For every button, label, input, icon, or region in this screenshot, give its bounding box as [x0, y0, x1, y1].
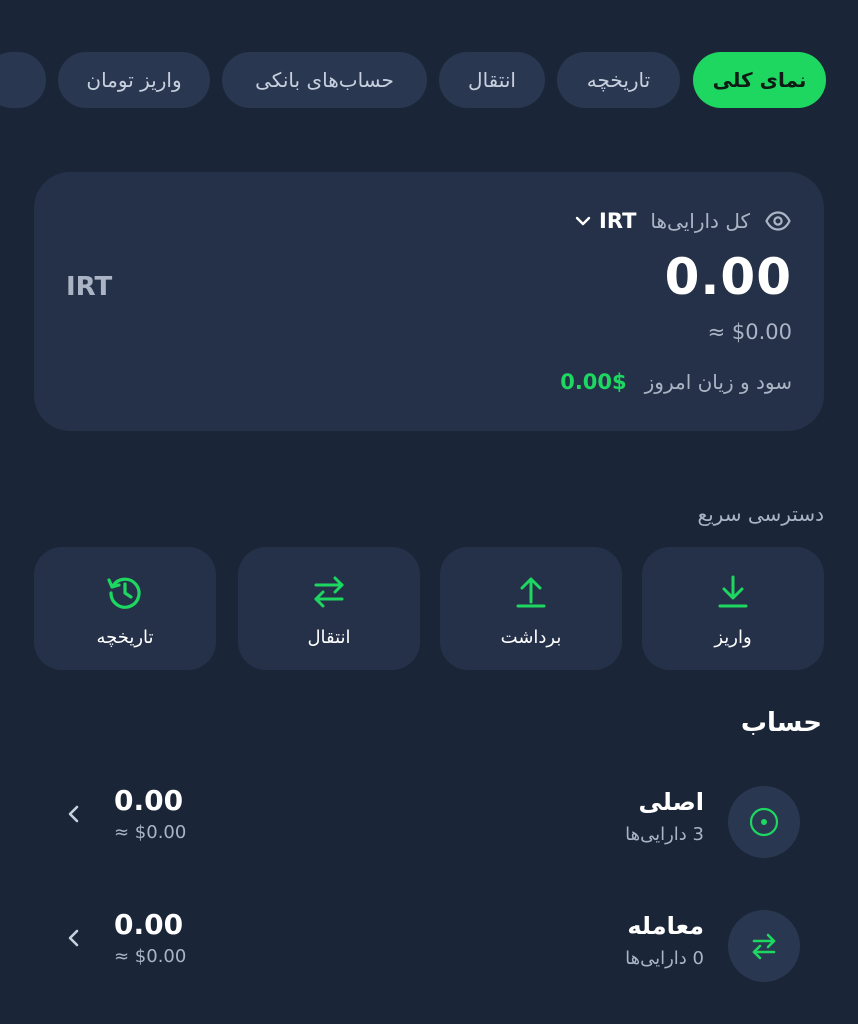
quick-label: تاریخچه: [96, 627, 154, 648]
tab-deposit-toman[interactable]: واریز تومان: [58, 52, 210, 108]
account-amount: 0.00: [114, 784, 184, 817]
quick-history-button[interactable]: تاریخچه: [34, 547, 216, 670]
history-icon: [106, 573, 144, 611]
currency-label: IRT: [599, 209, 637, 233]
quick-label: برداشت: [500, 627, 562, 648]
tab-transfer[interactable]: انتقال: [439, 52, 545, 108]
upload-icon: [512, 573, 550, 611]
account-row-main[interactable]: اصلی 3 دارایی‌ها 0.00 ≈ $0.00: [34, 776, 824, 866]
tab-bar: واریز تومان حساب‌های بانکی انتقال تاریخچ…: [0, 52, 858, 108]
tab-bank-accounts[interactable]: حساب‌های بانکی: [222, 52, 427, 108]
account-usd-approx: ≈ $0.00: [114, 822, 187, 843]
quick-transfer-button[interactable]: انتقال: [238, 547, 420, 670]
account-asset-count: 0 دارایی‌ها: [625, 948, 704, 969]
tab-label: انتقال: [468, 68, 516, 92]
chevron-left-icon: [68, 805, 79, 823]
accounts-title: حساب: [740, 708, 822, 738]
currency-selector[interactable]: IRT: [575, 209, 636, 233]
transfer-icon: [310, 573, 348, 611]
target-icon: [728, 786, 800, 858]
account-name: معامله: [627, 912, 704, 940]
tab-label: نمای کلی: [712, 68, 807, 92]
quick-deposit-button[interactable]: واریز: [642, 547, 824, 670]
balance-card: کل دارایی‌ها IRT 0.00 IRT ≈ $0.00 سود و …: [34, 172, 824, 431]
tab-label: واریز تومان: [86, 68, 182, 92]
quick-label: انتقال: [307, 627, 351, 648]
account-amount: 0.00: [114, 908, 184, 941]
exchange-icon: [728, 910, 800, 982]
pnl-value: 0.00$: [560, 370, 627, 394]
account-asset-count: 3 دارایی‌ها: [625, 824, 704, 845]
balance-usd-approx: ≈ $0.00: [707, 320, 792, 344]
balance-unit: IRT: [66, 272, 113, 302]
quick-withdraw-button[interactable]: برداشت: [440, 547, 622, 670]
tab-label: تاریخچه: [586, 68, 651, 92]
balance-header: کل دارایی‌ها IRT: [575, 206, 792, 236]
account-row-trade[interactable]: معامله 0 دارایی‌ها 0.00 ≈ $0.00: [34, 900, 824, 990]
chevron-left-icon: [68, 929, 79, 947]
chevron-down-icon: [575, 216, 591, 226]
tab-history[interactable]: تاریخچه: [557, 52, 680, 108]
total-balance: 0.00: [664, 248, 792, 306]
total-assets-label: کل دارایی‌ها: [650, 209, 750, 233]
wallet-page: واریز تومان حساب‌های بانکی انتقال تاریخچ…: [0, 0, 858, 1024]
tab-label: حساب‌های بانکی: [255, 68, 394, 92]
account-usd-approx: ≈ $0.00: [114, 946, 187, 967]
quick-access-title: دسترسی سریع: [697, 502, 824, 526]
pnl-label: سود و زیان امروز: [644, 370, 792, 394]
eye-icon[interactable]: [764, 207, 792, 235]
quick-label: واریز: [714, 627, 752, 648]
download-icon: [714, 573, 752, 611]
tab-more[interactable]: [0, 52, 46, 108]
account-name: اصلی: [638, 788, 705, 816]
today-pnl: سود و زیان امروز 0.00$: [560, 370, 792, 394]
tab-overview[interactable]: نمای کلی: [693, 52, 826, 108]
